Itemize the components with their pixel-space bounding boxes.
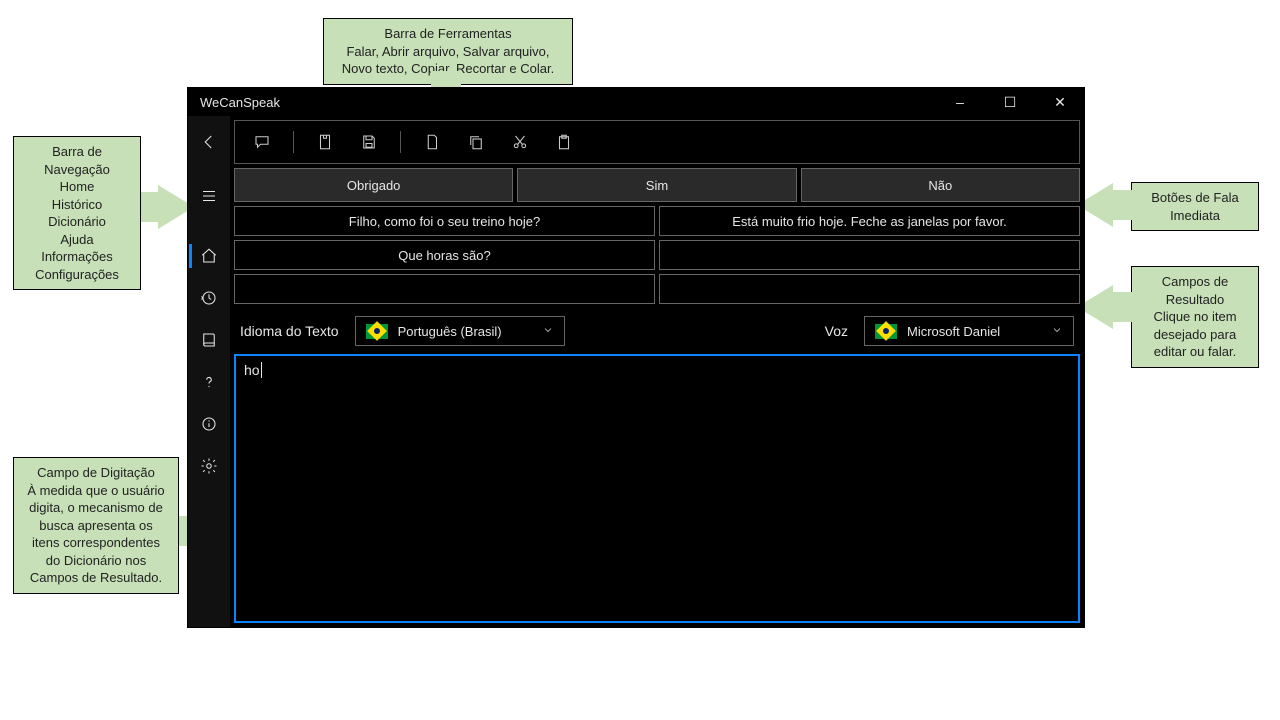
cut-button[interactable]	[503, 126, 537, 158]
title-bar: WeCanSpeak – ☐ ✕	[188, 88, 1084, 116]
callout-toolbar-title: Barra de Ferramentas	[334, 25, 562, 43]
voice-selected: Microsoft Daniel	[907, 324, 1000, 339]
back-button[interactable]	[188, 122, 230, 162]
nav-help[interactable]	[188, 362, 230, 402]
arrow-stem	[141, 192, 159, 222]
language-selected: Português (Brasil)	[398, 324, 502, 339]
result-cell[interactable]	[659, 274, 1080, 304]
info-icon	[200, 415, 218, 433]
speech-bubble-icon	[253, 133, 271, 151]
quick-button-1[interactable]: Obrigado	[234, 168, 513, 202]
nav-dictionary[interactable]	[188, 320, 230, 360]
app-title: WeCanSpeak	[200, 95, 280, 110]
copy-icon	[467, 133, 485, 151]
nav-settings[interactable]	[188, 446, 230, 486]
callout-results: Campos de Resultado Clique no item desej…	[1131, 266, 1259, 368]
book-icon	[200, 331, 218, 349]
new-file-icon	[423, 133, 441, 151]
text-input-value: ho	[244, 362, 260, 378]
callout-quick: Botões de Fala Imediata	[1131, 182, 1259, 231]
callout-nav-title: Barra de Navegação	[24, 143, 130, 178]
voice-label: Voz	[825, 323, 848, 339]
hamburger-icon	[200, 187, 218, 205]
lang-voice-row: Idioma do Texto Português (Brasil) Voz M…	[234, 314, 1080, 348]
paste-icon	[555, 133, 573, 151]
save-icon	[360, 133, 378, 151]
chevron-down-icon	[542, 324, 554, 339]
arrow-left-icon	[200, 133, 218, 151]
toolbar	[234, 120, 1080, 164]
result-cell[interactable]	[234, 274, 655, 304]
new-button[interactable]	[415, 126, 449, 158]
text-cursor	[261, 362, 262, 378]
separator	[400, 131, 401, 153]
result-cell[interactable]: Filho, como foi o seu treino hoje?	[234, 206, 655, 236]
separator	[293, 131, 294, 153]
language-label: Idioma do Texto	[240, 323, 339, 339]
quick-button-3[interactable]: Não	[801, 168, 1080, 202]
callout-quick-title: Botões de Fala Imediata	[1142, 189, 1248, 224]
nav-column	[188, 116, 230, 627]
callout-results-title: Campos de Resultado	[1142, 273, 1248, 308]
result-row-1: Filho, como foi o seu treino hoje? Está …	[234, 206, 1080, 236]
save-button[interactable]	[352, 126, 386, 158]
copy-button[interactable]	[459, 126, 493, 158]
menu-button[interactable]	[188, 176, 230, 216]
home-icon	[200, 247, 218, 265]
speak-button[interactable]	[245, 126, 279, 158]
paste-button[interactable]	[547, 126, 581, 158]
question-icon	[200, 373, 218, 391]
result-cell[interactable]: Está muito frio hoje. Feche as janelas p…	[659, 206, 1080, 236]
app-window: WeCanSpeak – ☐ ✕	[187, 87, 1085, 628]
open-file-icon	[316, 133, 334, 151]
open-button[interactable]	[308, 126, 342, 158]
flag-brazil-icon	[366, 324, 388, 339]
callout-typing: Campo de Digitação À medida que o usuári…	[13, 457, 179, 594]
callout-results-body: Clique no item desejado para editar ou f…	[1142, 308, 1248, 361]
result-row-2: Que horas são?	[234, 240, 1080, 270]
callout-typing-body: À medida que o usuário digita, o mecanis…	[24, 482, 168, 587]
voice-combo[interactable]: Microsoft Daniel	[864, 316, 1074, 346]
close-button[interactable]: ✕	[1044, 94, 1076, 111]
cut-icon	[511, 133, 529, 151]
quick-speak-row: Obrigado Sim Não	[234, 168, 1080, 202]
arrow-stem	[1112, 190, 1132, 220]
arrow-stem	[1112, 292, 1132, 322]
nav-history[interactable]	[188, 278, 230, 318]
language-combo[interactable]: Português (Brasil)	[355, 316, 565, 346]
nav-home[interactable]	[188, 236, 230, 276]
quick-button-2[interactable]: Sim	[517, 168, 796, 202]
callout-nav: Barra de Navegação Home Histórico Dicion…	[13, 136, 141, 290]
chevron-down-icon	[1051, 324, 1063, 339]
history-icon	[200, 289, 218, 307]
main-area: Obrigado Sim Não Filho, como foi o seu t…	[230, 116, 1084, 627]
result-cell[interactable]: Que horas são?	[234, 240, 655, 270]
result-row-3	[234, 274, 1080, 304]
gear-icon	[200, 457, 218, 475]
flag-brazil-icon	[875, 324, 897, 339]
callout-typing-title: Campo de Digitação	[24, 464, 168, 482]
nav-info[interactable]	[188, 404, 230, 444]
result-cell[interactable]	[659, 240, 1080, 270]
minimize-button[interactable]: –	[944, 94, 976, 110]
window-controls: – ☐ ✕	[944, 94, 1076, 111]
text-input[interactable]: ho	[234, 354, 1080, 623]
maximize-button[interactable]: ☐	[994, 94, 1026, 111]
